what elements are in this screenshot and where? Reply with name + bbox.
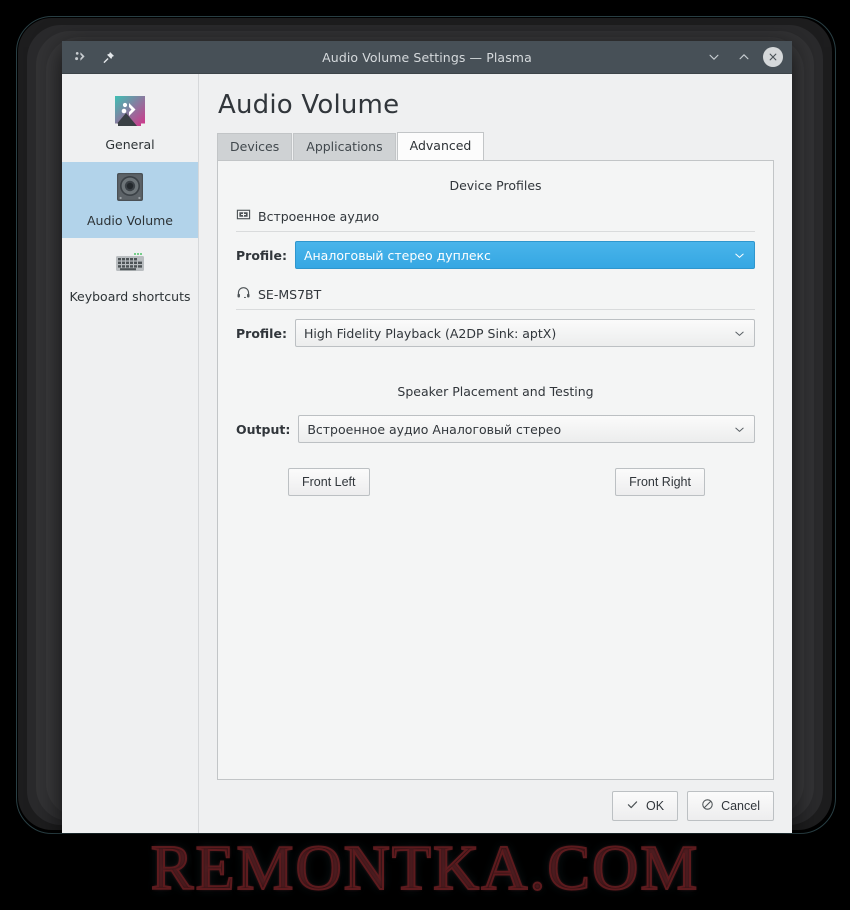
output-combobox[interactable]: Встроенное аудио Аналоговый стерео: [298, 415, 755, 443]
chevron-up-icon[interactable]: [733, 46, 755, 68]
sidebar-item-label: General: [105, 137, 155, 152]
sidebar-item-label: Audio Volume: [87, 213, 173, 228]
screen: Audio Volume Settings — Plasma General A…: [0, 0, 850, 910]
front-left-button[interactable]: Front Left: [288, 468, 370, 496]
chevron-down-icon: [733, 327, 746, 340]
close-icon[interactable]: [763, 47, 783, 67]
sidebar-item-keyboard-shortcuts[interactable]: Keyboard shortcuts: [62, 238, 198, 314]
dialog-footer: OK Cancel: [199, 780, 792, 833]
titlebar-window-controls: [703, 46, 792, 68]
profile-combobox-builtin[interactable]: Аналоговый стерео дуплекс: [294, 241, 755, 269]
device-row: SE-MS7BT: [236, 285, 755, 310]
profile-combobox-value: Аналоговый стерео дуплекс: [303, 247, 491, 263]
window-title: Audio Volume Settings — Plasma: [322, 49, 532, 65]
output-field-row: Output: Встроенное аудио Аналоговый стер…: [236, 415, 755, 443]
content-area: Audio Volume Devices Applications Advanc…: [199, 74, 792, 833]
cancel-button[interactable]: Cancel: [687, 791, 774, 821]
cancel-icon: [701, 798, 714, 814]
page-title: Audio Volume: [218, 90, 400, 120]
front-right-button[interactable]: Front Right: [615, 468, 705, 496]
profile-label: Profile:: [236, 247, 287, 263]
sidebar-item-label: Keyboard shortcuts: [69, 289, 191, 304]
chevron-down-icon: [733, 423, 746, 436]
watermark: REMONTKA.COM: [150, 831, 700, 904]
device-profiles-heading: Device Profiles: [449, 178, 542, 193]
tab-devices[interactable]: Devices: [217, 133, 293, 160]
check-icon: [626, 798, 639, 814]
speaker-icon: [113, 170, 147, 204]
plasma-icon: [72, 48, 90, 66]
sidebar-item-general[interactable]: General: [62, 86, 198, 162]
tab-applications[interactable]: Applications: [293, 133, 396, 160]
ok-button-label: OK: [646, 799, 665, 813]
profile-combobox-headset[interactable]: High Fidelity Playback (A2DP Sink: aptX): [294, 319, 755, 347]
cancel-button-label: Cancel: [721, 799, 760, 813]
device-name: SE-MS7BT: [258, 287, 322, 302]
pin-icon[interactable]: [100, 49, 116, 65]
chevron-down-icon[interactable]: [703, 46, 725, 68]
headphones-icon: [236, 285, 251, 304]
profile-field-row: Profile: Аналоговый стерео дуплекс: [236, 241, 755, 269]
tab-advanced[interactable]: Advanced: [396, 132, 485, 160]
profile-label: Profile:: [236, 325, 287, 341]
tab-bar: Devices Applications Advanced: [199, 132, 792, 160]
ok-button[interactable]: OK: [612, 791, 679, 821]
profile-field-row: Profile: High Fidelity Playback (A2DP Si…: [236, 319, 755, 347]
sidebar-item-audio-volume[interactable]: Audio Volume: [62, 162, 198, 238]
advanced-tab-panel: Device Profiles Встроенное аудио Profile…: [217, 160, 774, 780]
sidebar: General Audio Volume Keyboard shortcuts: [62, 74, 199, 833]
titlebar-left-controls: [62, 48, 116, 66]
output-combobox-value: Встроенное аудио Аналоговый стерео: [307, 421, 562, 437]
speaker-placement-heading: Speaker Placement and Testing: [397, 384, 594, 399]
window-body: General Audio Volume Keyboard shortcuts …: [62, 74, 792, 833]
titlebar: Audio Volume Settings — Plasma: [62, 41, 792, 74]
plasma-general-icon: [113, 94, 147, 128]
audio-card-icon: [236, 207, 251, 226]
keyboard-icon: [113, 246, 147, 280]
device-row: Встроенное аудио: [236, 207, 755, 232]
output-label: Output:: [236, 421, 291, 437]
settings-window: Audio Volume Settings — Plasma General A…: [62, 41, 792, 833]
profile-combobox-value: High Fidelity Playback (A2DP Sink: aptX): [303, 325, 557, 341]
chevron-down-icon: [733, 249, 746, 262]
device-name: Встроенное аудио: [258, 209, 380, 224]
speaker-test-buttons: Front Left Front Right: [236, 459, 755, 496]
